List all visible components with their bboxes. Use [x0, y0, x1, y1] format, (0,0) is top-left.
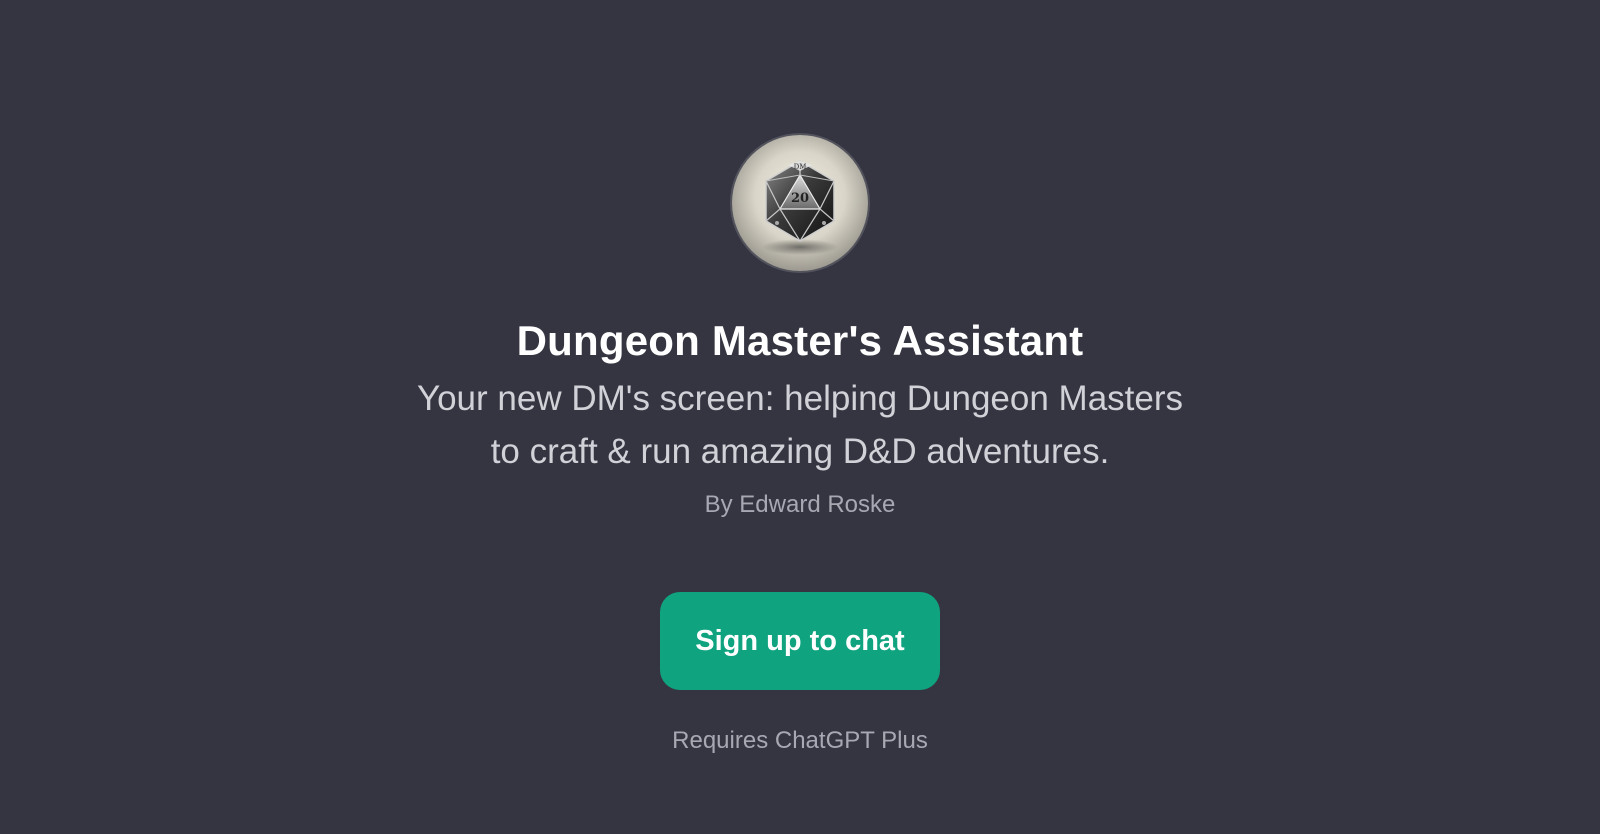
plan-requirement-note: Requires ChatGPT Plus — [672, 727, 928, 754]
avatar: DM 20 — [732, 135, 868, 271]
gpt-description-line: Your new DM's screen: helping Dungeon Ma… — [416, 379, 1184, 418]
svg-text:DM: DM — [794, 163, 807, 171]
sign-up-button[interactable]: Sign up to chat — [660, 592, 940, 690]
d20-die-icon: DM 20 — [732, 135, 868, 271]
svg-text:20: 20 — [791, 191, 809, 206]
gpt-description: Your new DM's screen: helping Dungeon Ma… — [350, 372, 1250, 478]
gpt-description-line: to craft & run amazing D&D adventures. — [490, 432, 1110, 471]
gpt-landing: DM 20 Dungeon Master's Assistant Your ne… — [0, 0, 1600, 834]
gpt-title: Dungeon Master's Assistant — [516, 317, 1084, 364]
gpt-author: By Edward Roske — [704, 491, 896, 518]
